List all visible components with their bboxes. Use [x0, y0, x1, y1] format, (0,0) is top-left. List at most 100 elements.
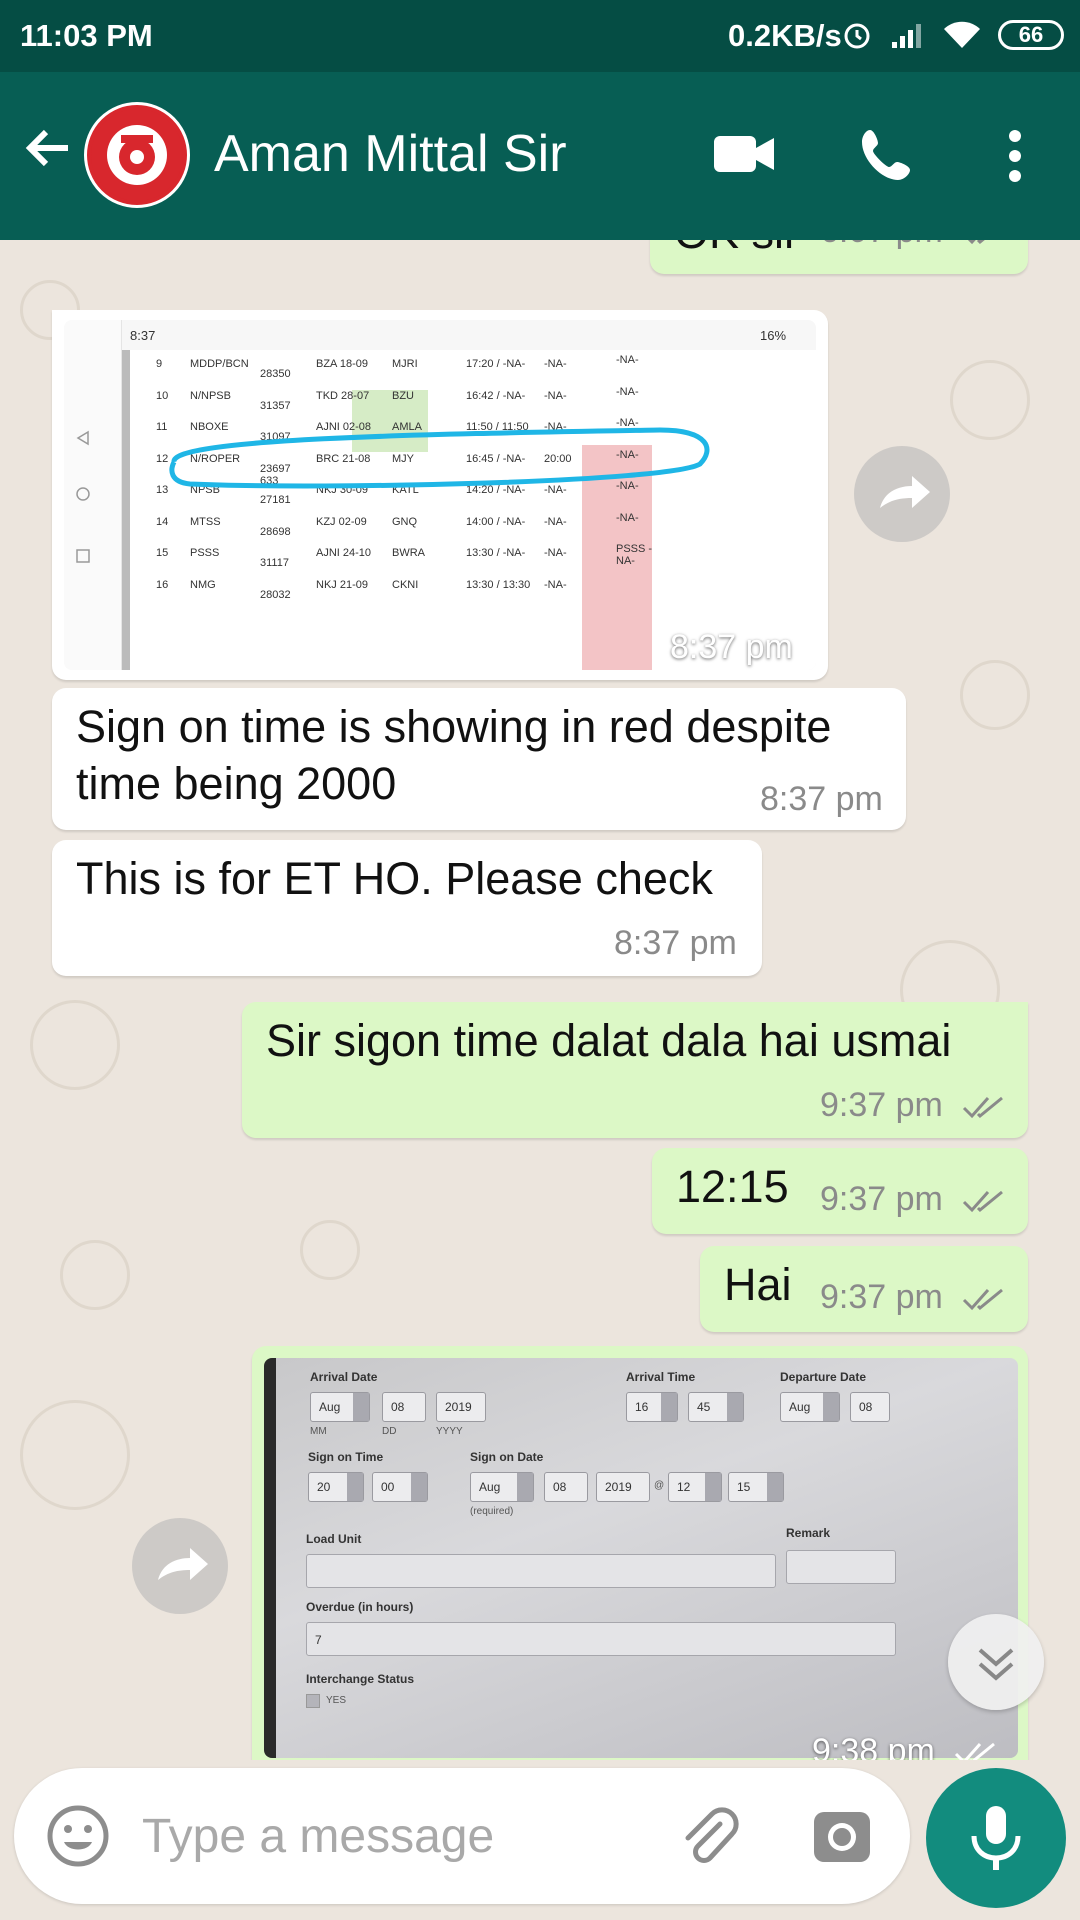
table-cell: MDDP/BCN: [190, 358, 249, 370]
emoji-icon[interactable]: [46, 1804, 110, 1868]
table-cell: BZA 18-09: [316, 358, 368, 370]
message-bubble-outgoing[interactable]: OK sir 6:07 pm: [650, 240, 1028, 274]
table-cell: MJRI: [392, 358, 418, 370]
table-cell: PSSS -NA-: [616, 543, 653, 567]
message-time: 9:38 pm: [812, 1732, 998, 1760]
message-input[interactable]: [142, 1804, 562, 1868]
table-cell: 10: [156, 389, 169, 402]
message-bubble-incoming[interactable]: Sign on time is showing in red despite t…: [52, 688, 906, 830]
table-cell: NMG: [190, 578, 216, 591]
table-cell: -NA-: [616, 511, 639, 524]
shared-screenshot-image[interactable]: 8:37 16% 9 MDDP/BCN 28350 BZA 18-09 MJRI 17:2…: [64, 320, 816, 670]
image-message-incoming[interactable]: 8:37 16% 9 MDDP/BCN 28350 BZA 18-09 MJRI 17:2…: [52, 310, 828, 680]
message-time: 8:37 pm: [614, 924, 737, 962]
contact-name[interactable]: Aman Mittal Sir: [214, 124, 567, 184]
voice-call-icon[interactable]: [858, 126, 916, 184]
read-ticks-icon: [963, 1190, 1004, 1213]
table-cell: 28698: [260, 525, 291, 538]
read-ticks-icon: [963, 1096, 1004, 1119]
read-ticks-icon: [968, 240, 986, 245]
chat-header: Aman Mittal Sir: [0, 72, 1080, 240]
table-cell: AJNI 24-10: [316, 547, 372, 559]
table-cell: 9: [156, 358, 163, 370]
table-cell: 13:30 / 13:30: [466, 578, 531, 591]
more-icon[interactable]: [1000, 128, 1030, 184]
shared-photo-image[interactable]: Arrival Date Aug 08 2019 MM DD YYYY Arri…: [264, 1358, 1018, 1758]
message-bubble-outgoing[interactable]: Hai 9:37 pm: [700, 1246, 1028, 1332]
table-cell: -NA-: [544, 515, 567, 528]
message-time: 9:37 pm: [820, 1180, 1006, 1219]
table-cell: 17:20 / -NA-: [466, 358, 526, 370]
back-arrow-icon[interactable]: [22, 122, 74, 174]
video-call-icon[interactable]: [712, 132, 776, 176]
forward-button[interactable]: [132, 1518, 228, 1614]
avatar[interactable]: [84, 102, 190, 208]
double-chevron-down-icon: [978, 1648, 1014, 1681]
table-cell: 16: [156, 578, 169, 591]
wifi-icon: [944, 21, 980, 48]
battery-icon: 66: [998, 20, 1064, 50]
table-cell: PSSS: [190, 547, 220, 559]
message-composer: [14, 1768, 910, 1904]
message-time: 9:37 pm: [820, 1278, 1006, 1317]
nav-sidebar: [64, 320, 122, 670]
table-cell: 16:42 / -NA-: [466, 389, 526, 402]
table-cell: -NA-: [544, 358, 567, 370]
table-cell: 14:00 / -NA-: [466, 515, 526, 528]
message-text: This is for ET HO. Please check: [76, 853, 713, 904]
table-cell: 13:30 / -NA-: [466, 547, 526, 559]
table-cell: -NA-: [616, 385, 639, 398]
message-bubble-incoming[interactable]: This is for ET HO. Please check 8:37 pm: [52, 840, 762, 976]
message-time: 9:37 pm: [820, 1086, 1006, 1125]
table-cell: -NA-: [616, 354, 639, 366]
blue-highlight-circle: [169, 427, 710, 489]
table-cell: 14: [156, 515, 169, 528]
table-cell: 28350: [260, 368, 291, 380]
camera-icon[interactable]: [810, 1804, 874, 1868]
table-cell: N/NPSB: [190, 389, 231, 402]
table-cell: TKD 28-07: [316, 389, 370, 402]
message-text: Hai: [724, 1259, 792, 1310]
table-cell: GNQ: [392, 515, 418, 528]
table-cell: -NA-: [544, 547, 567, 559]
alarm-icon: [844, 23, 870, 49]
microphone-icon: [971, 1806, 1021, 1870]
table-cell: BWRA: [392, 547, 425, 559]
message-bubble-outgoing[interactable]: 12:15 9:37 pm: [652, 1148, 1028, 1234]
signal-icon: [892, 24, 921, 48]
table-cell: BZU: [392, 389, 414, 402]
attach-icon[interactable]: [676, 1804, 740, 1868]
message-time: 8:37 pm: [670, 628, 793, 666]
message-text: OK sir: [674, 240, 799, 261]
train-table: 9 MDDP/BCN 28350 BZA 18-09 MJRI 17:20 / -NA- -…: [122, 350, 816, 670]
message-time: 8:37 pm: [760, 780, 883, 818]
status-time: 11:03 PM: [20, 18, 153, 53]
forward-icon: [158, 1548, 208, 1580]
forward-icon: [880, 476, 930, 508]
status-bar: 11:03 PM 0.2KB/s 66: [0, 0, 1080, 72]
message-bubble-outgoing[interactable]: Sir sigon time dalat dala hai usmai 9:37…: [242, 1002, 1028, 1138]
table-cell: CKNI: [392, 578, 419, 591]
indian-railways-logo-icon: [91, 109, 183, 201]
table-cell: 28032: [260, 588, 291, 601]
table-cell: 31357: [260, 399, 291, 412]
table-cell: MTSS: [190, 515, 221, 528]
image-message-outgoing[interactable]: Arrival Date Aug 08 2019 MM DD YYYY Arri…: [252, 1346, 1028, 1760]
table-cell: 15: [156, 547, 169, 559]
message-time: 6:07 pm: [820, 240, 1006, 251]
message-text: 12:15: [676, 1161, 789, 1212]
table-cell: NKJ 21-09: [316, 578, 368, 591]
table-cell: KZJ 02-09: [316, 515, 367, 528]
scroll-to-bottom-button[interactable]: [948, 1614, 1044, 1710]
read-ticks-icon: [955, 1742, 996, 1760]
table-cell: -NA-: [544, 389, 567, 402]
read-ticks-icon: [963, 1288, 1004, 1311]
forward-button[interactable]: [854, 446, 950, 542]
table-cell: 31117: [260, 557, 289, 569]
network-speed: 0.2KB/s: [728, 18, 842, 53]
voice-record-button[interactable]: [926, 1768, 1066, 1908]
android-nav-icons: [76, 430, 90, 563]
message-text: Sir sigon time dalat dala hai usmai: [266, 1015, 952, 1066]
table-cell: -NA-: [544, 578, 567, 591]
chat-area[interactable]: OK sir 6:07 pm 8:37 16% 9MDDP/BCN28350BZ…: [0, 240, 1080, 1760]
